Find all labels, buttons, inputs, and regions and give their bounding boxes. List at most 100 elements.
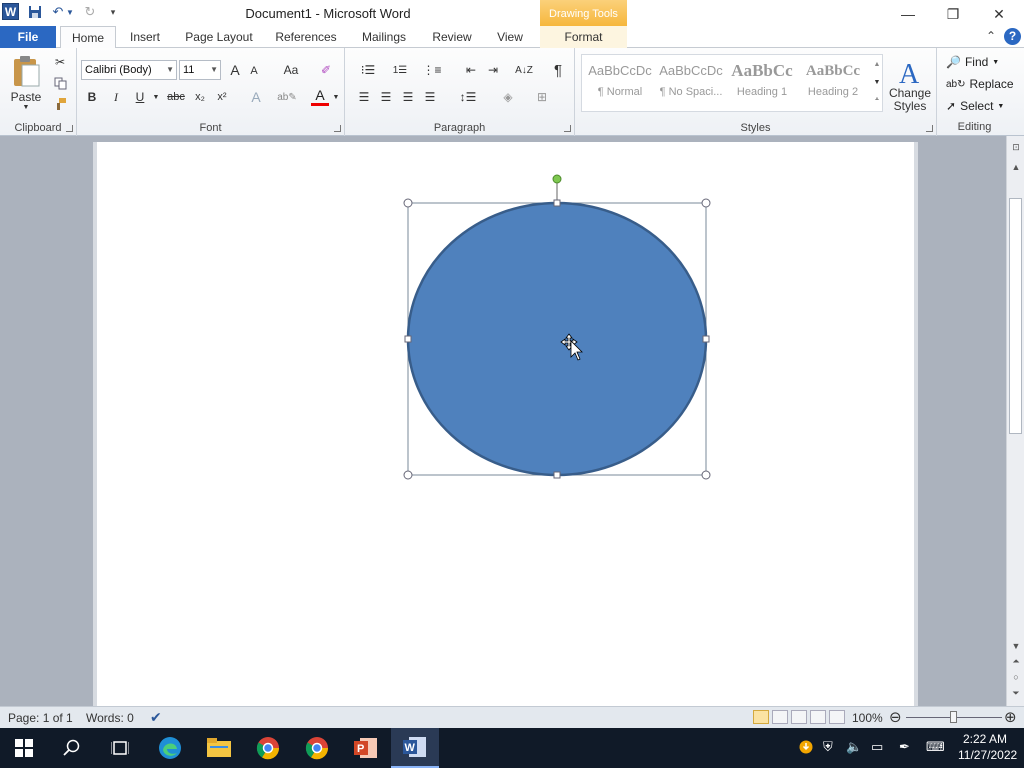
zoom-out-icon[interactable]: ⊖ bbox=[889, 708, 902, 726]
scroll-up-icon[interactable]: ▲ bbox=[1010, 162, 1022, 172]
cut-icon[interactable]: ✂ bbox=[52, 54, 68, 70]
network-icon[interactable]: ▭ bbox=[871, 739, 883, 755]
paragraph-dialog-launcher[interactable] bbox=[564, 125, 571, 132]
resize-handle-bottom[interactable] bbox=[553, 471, 561, 479]
resize-handle-right[interactable] bbox=[702, 335, 710, 343]
resize-handle-top-left[interactable] bbox=[403, 198, 413, 208]
ruler-toggle-icon[interactable]: ⊡ bbox=[1010, 142, 1022, 153]
font-size-combo[interactable]: 11 ▼ bbox=[179, 60, 221, 80]
superscript-button[interactable]: x² bbox=[213, 88, 231, 106]
tab-format[interactable]: Format bbox=[540, 26, 627, 48]
replace-button[interactable]: ab↻ Replace bbox=[946, 75, 1014, 93]
start-button[interactable] bbox=[0, 728, 48, 768]
style-no-spacing[interactable]: AaBbCcDc ¶ No Spaci... bbox=[656, 56, 726, 108]
proofing-icon[interactable]: ✔ bbox=[150, 709, 162, 726]
align-left-icon[interactable]: ☰ bbox=[355, 88, 373, 106]
next-page-icon[interactable]: ⏷ bbox=[1010, 688, 1022, 699]
taskbar-clock[interactable]: 2:22 AM 11/27/2022 bbox=[958, 731, 1017, 763]
page-count-status[interactable]: Page: 1 of 1 bbox=[8, 711, 73, 725]
tab-insert[interactable]: Insert bbox=[122, 26, 168, 48]
find-button[interactable]: 🔎 Find ▼ bbox=[946, 53, 999, 71]
zoom-in-icon[interactable]: ⊕ bbox=[1004, 708, 1017, 726]
shrink-font-button[interactable]: A bbox=[247, 63, 261, 79]
numbering-icon[interactable]: 1☰ bbox=[387, 61, 413, 79]
full-screen-reading-view-icon[interactable] bbox=[772, 710, 788, 724]
select-browse-object-icon[interactable]: ○ bbox=[1010, 672, 1022, 682]
taskbar-powerpoint[interactable]: P bbox=[342, 728, 390, 768]
change-styles-button[interactable]: A Change Styles bbox=[887, 54, 933, 116]
taskbar-chrome-1[interactable] bbox=[244, 728, 292, 768]
resize-handle-bottom-right[interactable] bbox=[701, 470, 711, 480]
decrease-indent-icon[interactable]: ⇤ bbox=[461, 61, 481, 79]
font-name-combo[interactable]: Calibri (Body) ▼ bbox=[81, 60, 177, 80]
styles-dialog-launcher[interactable] bbox=[926, 125, 933, 132]
change-case-button[interactable]: Aa bbox=[279, 61, 303, 79]
scroll-down-icon[interactable]: ▼ bbox=[1010, 641, 1022, 651]
bullets-icon[interactable]: ⁝☰ bbox=[355, 61, 381, 79]
task-view-button[interactable] bbox=[96, 728, 144, 768]
font-color-dropdown-icon[interactable]: ▼ bbox=[331, 88, 341, 106]
grow-font-button[interactable]: A bbox=[227, 61, 243, 79]
tab-review[interactable]: Review bbox=[426, 26, 478, 48]
tab-view[interactable]: View bbox=[490, 26, 530, 48]
scrollbar-thumb[interactable] bbox=[1009, 198, 1022, 434]
network-shield-icon[interactable]: ⛨ bbox=[823, 739, 833, 755]
close-button[interactable]: ✕ bbox=[976, 0, 1022, 28]
sort-icon[interactable]: A↓Z bbox=[513, 61, 535, 79]
align-center-icon[interactable]: ☰ bbox=[377, 88, 395, 106]
clear-formatting-icon[interactable]: ✐ bbox=[317, 61, 335, 79]
web-layout-view-icon[interactable] bbox=[791, 710, 807, 724]
update-icon[interactable] bbox=[799, 740, 813, 757]
style-heading-1[interactable]: AaBbCc Heading 1 bbox=[727, 56, 797, 108]
align-right-icon[interactable]: ☰ bbox=[399, 88, 417, 106]
taskbar-edge[interactable] bbox=[146, 728, 194, 768]
format-painter-icon[interactable] bbox=[52, 96, 68, 112]
borders-icon[interactable]: ⊞ bbox=[529, 88, 555, 106]
text-effects-icon[interactable]: A bbox=[245, 88, 267, 106]
increase-indent-icon[interactable]: ⇥ bbox=[483, 61, 503, 79]
resize-handle-bottom-left[interactable] bbox=[403, 470, 413, 480]
previous-page-icon[interactable]: ⏶ bbox=[1010, 656, 1022, 667]
taskbar-file-explorer[interactable] bbox=[195, 728, 243, 768]
draft-view-icon[interactable] bbox=[829, 710, 845, 724]
restore-button[interactable]: ❐ bbox=[930, 0, 976, 28]
tab-references[interactable]: References bbox=[270, 26, 342, 48]
styles-scroll-up-icon[interactable]: ▲ bbox=[871, 56, 883, 72]
bold-button[interactable]: B bbox=[83, 88, 101, 106]
tab-mailings[interactable]: Mailings bbox=[354, 26, 414, 48]
document-page[interactable] bbox=[97, 142, 914, 706]
rotation-handle[interactable] bbox=[552, 174, 562, 184]
select-button[interactable]: ➚ Select ▼ bbox=[946, 97, 1004, 115]
taskbar-chrome-2[interactable] bbox=[293, 728, 341, 768]
vertical-scrollbar[interactable]: ⊡ ▲ ▼ ⏶ ○ ⏷ bbox=[1006, 136, 1024, 706]
shading-icon[interactable]: ◈ bbox=[495, 88, 521, 106]
subscript-button[interactable]: x₂ bbox=[191, 88, 209, 106]
show-marks-button[interactable]: ¶ bbox=[549, 60, 567, 80]
style-heading-2[interactable]: AaBbCc Heading 2 bbox=[798, 56, 868, 108]
clipboard-dialog-launcher[interactable] bbox=[66, 125, 73, 132]
strikethrough-button[interactable]: abc bbox=[165, 88, 187, 106]
underline-dropdown-icon[interactable]: ▼ bbox=[151, 88, 161, 106]
line-spacing-icon[interactable]: ↕☰ bbox=[455, 88, 481, 106]
zoom-level[interactable]: 100% bbox=[852, 711, 883, 725]
style-normal[interactable]: AaBbCcDc ¶ Normal bbox=[585, 56, 655, 108]
tab-page-layout[interactable]: Page Layout bbox=[180, 26, 258, 48]
italic-button[interactable]: I bbox=[107, 88, 125, 106]
justify-icon[interactable]: ☰ bbox=[421, 88, 439, 106]
search-button[interactable] bbox=[48, 728, 96, 768]
keyboard-icon[interactable]: ⌨ bbox=[926, 739, 945, 755]
resize-handle-top[interactable] bbox=[553, 199, 561, 207]
font-dialog-launcher[interactable] bbox=[334, 125, 341, 132]
multilevel-list-icon[interactable]: ⋮≡ bbox=[419, 61, 445, 79]
zoom-slider-thumb[interactable] bbox=[950, 711, 957, 723]
resize-handle-left[interactable] bbox=[404, 335, 412, 343]
oval-shape[interactable] bbox=[406, 201, 708, 477]
help-icon[interactable]: ? bbox=[1004, 28, 1021, 45]
font-color-button[interactable]: A bbox=[311, 86, 329, 106]
outline-view-icon[interactable] bbox=[810, 710, 826, 724]
underline-button[interactable]: U bbox=[131, 88, 149, 106]
paste-button[interactable]: Paste ▼ bbox=[6, 52, 46, 112]
pen-icon[interactable]: ✒ bbox=[899, 739, 910, 755]
word-count-status[interactable]: Words: 0 bbox=[86, 711, 134, 725]
taskbar-word[interactable]: W bbox=[391, 728, 439, 768]
